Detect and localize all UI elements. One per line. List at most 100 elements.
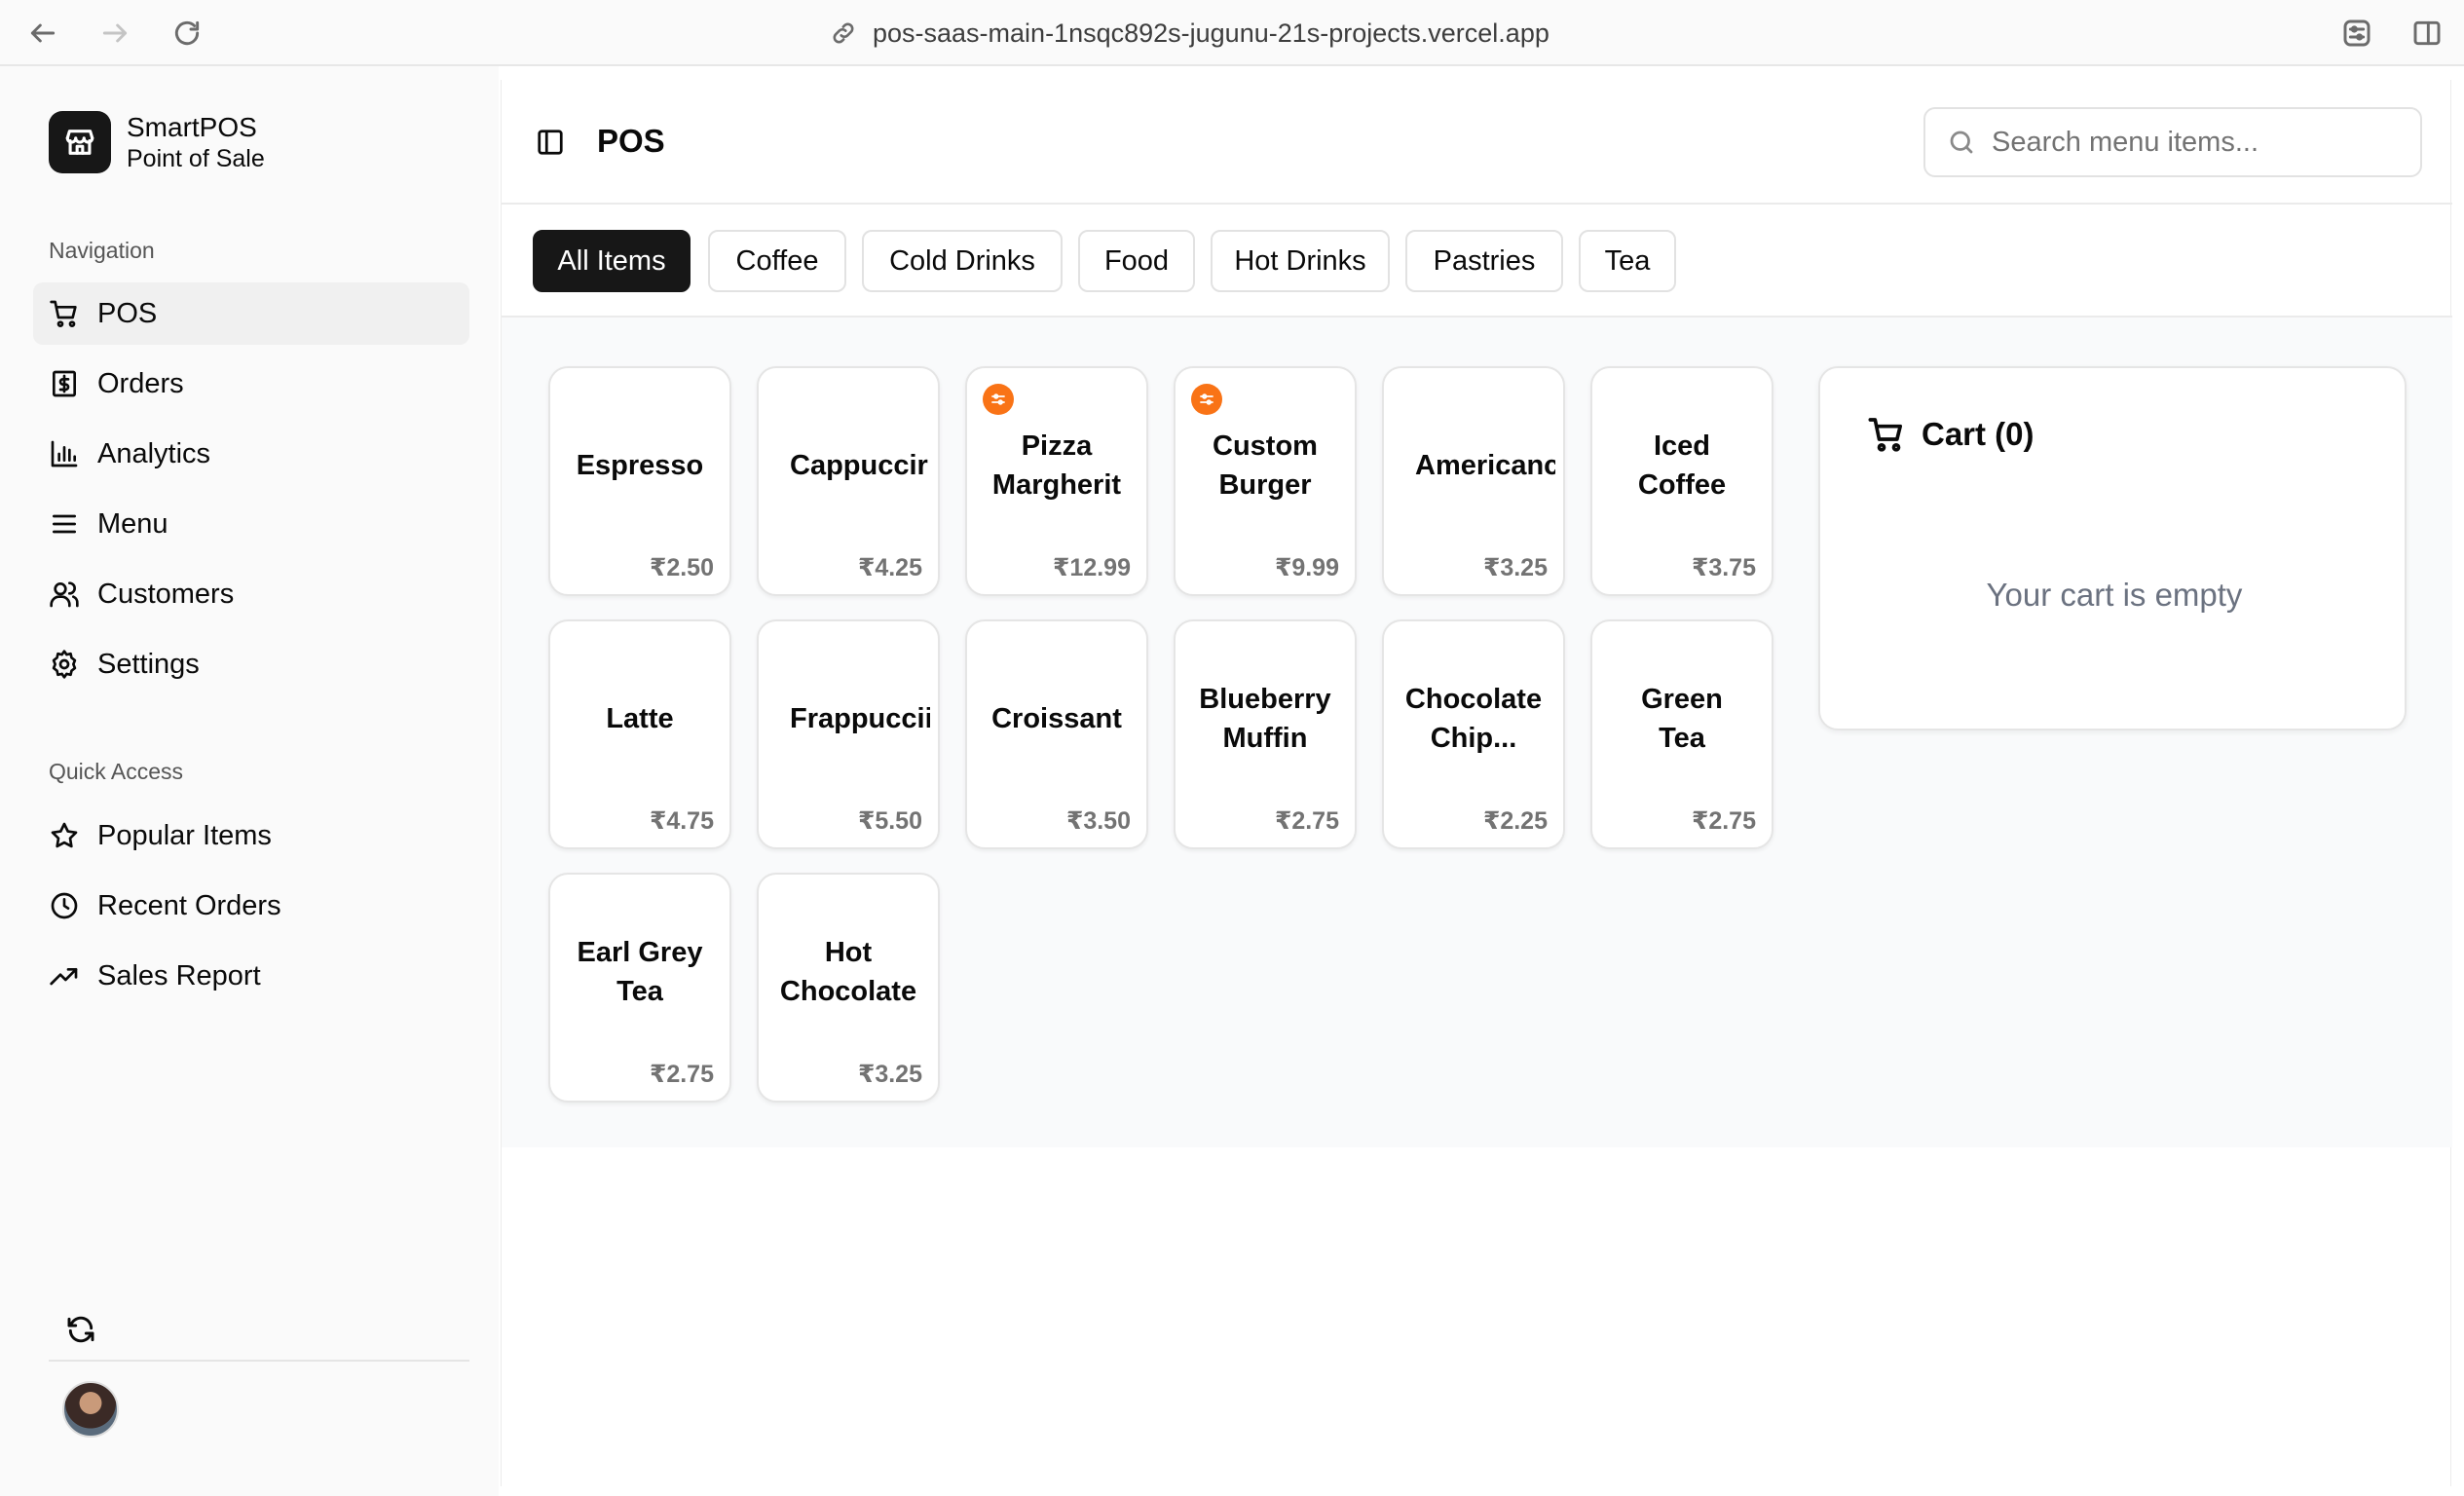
product-card-custom-burger[interactable]: Custom Burger ₹9.99: [1174, 366, 1357, 596]
product-card-espresso[interactable]: Espresso ₹2.50: [548, 366, 731, 596]
sidebar-item-label: Settings: [97, 648, 200, 680]
back-button[interactable]: [23, 14, 62, 53]
sidebar-item-label: Customers: [97, 578, 235, 610]
product-price: ₹4.75: [649, 807, 714, 835]
trending-up-icon: [50, 968, 78, 986]
sliders-icon: [2343, 19, 2371, 47]
product-card-croissant[interactable]: Croissant ₹3.50: [965, 619, 1148, 849]
clock-icon: [51, 892, 78, 919]
sidebar-divider: [49, 1360, 469, 1362]
search-input[interactable]: [1992, 126, 2401, 159]
category-tabs: All Items Coffee Cold Drinks Food Hot Dr…: [502, 206, 2452, 318]
product-card-latte[interactable]: Latte ₹4.75: [548, 619, 731, 849]
product-price: ₹2.50: [649, 554, 714, 581]
sync-button[interactable]: [60, 1309, 101, 1350]
search-box[interactable]: [1923, 107, 2422, 177]
navigation-label: Navigation: [49, 238, 155, 263]
tab-tea[interactable]: Tea: [1579, 230, 1676, 292]
product-price: ₹3.50: [1065, 807, 1131, 835]
brand-name: SmartPOS: [127, 112, 257, 142]
product-price: ₹3.25: [857, 1061, 922, 1088]
sidebar-item-sales-report[interactable]: Sales Report: [33, 945, 469, 1007]
product-name: Green Tea: [1641, 684, 1723, 754]
quick-access-label: Quick Access: [49, 759, 184, 784]
product-card-americano[interactable]: Americanc ₹3.25: [1382, 366, 1565, 596]
product-card-hot-chocolate[interactable]: Hot Chocolate ₹3.25: [757, 873, 940, 1103]
cart-empty-message: Your cart is empty: [1986, 577, 2243, 613]
reload-button[interactable]: [168, 14, 206, 53]
product-card-chocolate-chip[interactable]: Chocolate Chip... ₹2.25: [1382, 619, 1565, 849]
split-view-button[interactable]: [2408, 14, 2446, 53]
tab-cold-drinks[interactable]: Cold Drinks: [862, 230, 1063, 292]
product-price: ₹2.75: [1274, 807, 1339, 835]
product-name: Iced Coffee: [1637, 430, 1727, 501]
sidebar-item-menu[interactable]: Menu: [33, 493, 469, 555]
users-icon: [50, 581, 79, 608]
product-name: Croissant: [991, 703, 1122, 734]
tab-coffee[interactable]: Coffee: [708, 230, 846, 292]
product-name: Pizza Margherit: [991, 430, 1122, 501]
reload-icon: [174, 20, 200, 46]
product-price: ₹12.99: [1053, 554, 1131, 581]
shopping-cart-icon: [1868, 418, 1902, 452]
product-card-cappuccino[interactable]: Cappuccir ₹4.25: [757, 366, 940, 596]
forward-button[interactable]: [95, 14, 134, 53]
sidebar-item-label: Orders: [97, 367, 184, 399]
extensions-button[interactable]: [2337, 14, 2376, 53]
product-name: Custom Burger: [1213, 430, 1318, 501]
product-price: ₹2.25: [1482, 807, 1548, 835]
product-price: ₹2.75: [1691, 807, 1756, 835]
sidebar-item-analytics[interactable]: Analytics: [33, 423, 469, 485]
product-card-frappuccino[interactable]: Frappuccii ₹5.50: [757, 619, 940, 849]
product-card-pizza-margherita[interactable]: Pizza Margherit ₹12.99: [965, 366, 1148, 596]
search-icon: [1950, 131, 1973, 154]
sidebar-item-customers[interactable]: Customers: [33, 563, 469, 625]
product-name: Blueberry Muffin: [1199, 684, 1331, 754]
main-panel: POS All Items Coffee Cold Drinks Food Ho…: [501, 80, 2452, 1486]
product-name: Espresso: [576, 450, 704, 481]
receipt-icon: [53, 370, 76, 397]
star-icon: [51, 822, 78, 848]
tab-all-items[interactable]: All Items: [533, 230, 691, 292]
product-card-earl-grey-tea[interactable]: Earl Grey Tea ₹2.75: [548, 873, 731, 1103]
sidebar-item-settings[interactable]: Settings: [33, 633, 469, 695]
sidebar-item-label: Sales Report: [97, 959, 261, 991]
sidebar-item-label: Popular Items: [97, 819, 272, 851]
sidebar-item-label: Menu: [97, 507, 168, 540]
cart-title: Cart (0): [1922, 416, 2035, 452]
tab-hot-drinks[interactable]: Hot Drinks: [1211, 230, 1390, 292]
sidebar-item-popular-items[interactable]: Popular Items: [33, 804, 469, 867]
sidebar-item-label: Analytics: [97, 437, 211, 469]
product-price: ₹3.25: [1482, 554, 1548, 581]
sidebar-item-recent-orders[interactable]: Recent Orders: [33, 875, 469, 937]
product-card-green-tea[interactable]: Green Tea ₹2.75: [1590, 619, 1773, 849]
product-card-iced-coffee[interactable]: Iced Coffee ₹3.75: [1590, 366, 1773, 596]
page-header: POS: [502, 80, 2452, 205]
panel-left-icon: [538, 130, 563, 155]
sidebar-item-pos[interactable]: POS: [33, 282, 469, 345]
split-view-icon: [2413, 20, 2441, 46]
product-price: ₹9.99: [1274, 554, 1339, 581]
sidebar-toggle-button[interactable]: [531, 123, 570, 162]
list-icon: [53, 514, 76, 534]
tab-pastries[interactable]: Pastries: [1405, 230, 1563, 292]
product-price: ₹2.75: [649, 1061, 714, 1088]
product-name: Hot Chocolate: [779, 937, 917, 1007]
product-name: Frappuccii: [790, 703, 930, 734]
product-name: Cappuccir: [790, 450, 928, 481]
product-card-blueberry-muffin[interactable]: Blueberry Muffin ₹2.75: [1174, 619, 1357, 849]
brand-subtitle: Point of Sale: [127, 145, 265, 172]
address-bar[interactable]: pos-saas-main-1nsqc892s-jugunu-21s-proje…: [830, 14, 1549, 53]
sidebar-item-orders[interactable]: Orders: [33, 353, 469, 415]
gear-icon: [52, 650, 77, 679]
product-name: Earl Grey Tea: [577, 937, 703, 1007]
arrow-left-icon: [30, 23, 56, 43]
cart-panel: Cart (0) Your cart is empty: [1818, 366, 2407, 730]
link-icon: [833, 22, 854, 44]
refresh-icon: [67, 1316, 94, 1343]
brand[interactable]: SmartPOS Point of Sale: [49, 111, 265, 173]
product-name: Latte: [606, 703, 674, 734]
tab-food[interactable]: Food: [1078, 230, 1195, 292]
sidebar-item-label: POS: [97, 297, 158, 329]
avatar[interactable]: [62, 1381, 119, 1438]
